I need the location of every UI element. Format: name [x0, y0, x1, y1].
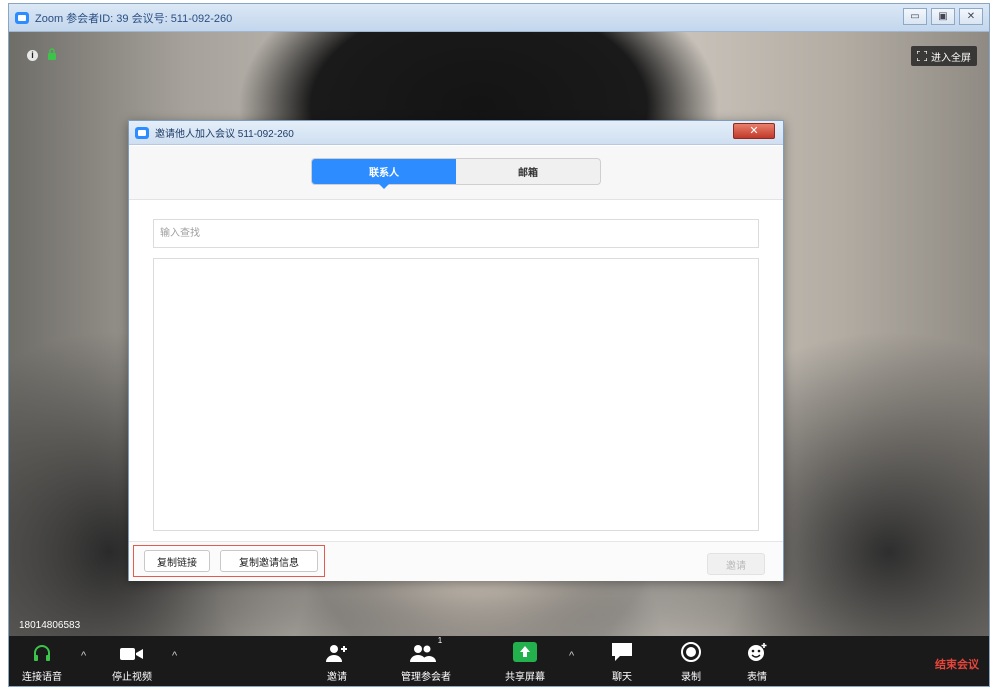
invite-button[interactable]: 邀请 — [319, 636, 355, 686]
contact-search-input[interactable] — [153, 219, 759, 248]
chat-button[interactable]: 聊天 — [607, 636, 637, 686]
join-audio-button[interactable]: 连接语音 — [17, 636, 67, 686]
audio-options-caret-icon[interactable]: ^ — [81, 650, 86, 662]
join-audio-label: 连接语音 — [22, 672, 62, 683]
copy-link-button[interactable]: 复制链接 — [144, 550, 210, 572]
participants-icon — [409, 645, 436, 662]
reactions-label: 表情 — [747, 672, 767, 683]
record-icon — [681, 642, 701, 662]
invite-tabs: 联系人 邮箱 — [311, 158, 601, 189]
contact-list[interactable] — [153, 258, 759, 531]
reactions-button[interactable]: 表情 — [742, 636, 772, 686]
dialog-close-button[interactable]: ✕ — [733, 123, 775, 139]
fullscreen-icon — [917, 51, 927, 61]
headphone-icon — [34, 645, 50, 661]
zoom-logo-icon — [15, 11, 29, 24]
chat-label: 聊天 — [612, 672, 632, 683]
emoji-icon — [748, 643, 767, 661]
copy-invite-info-button[interactable]: 复制邀请信息 — [220, 550, 318, 572]
meeting-toolbar: 连接语音 ^ 停止视频 ^ 邀请 1 管理参会者 共享屏幕 ^ 聊天 录制 表情… — [9, 636, 989, 686]
camera-icon — [120, 648, 143, 660]
tab-contacts[interactable]: 联系人 — [312, 159, 456, 189]
participant-count-badge: 1 — [437, 636, 443, 645]
window-title: Zoom 参会者ID: 39 会议号: 511-092-260 — [35, 12, 233, 25]
dialog-title: 邀请他人加入会议 511-092-260 — [155, 129, 294, 140]
share-screen-button[interactable]: 共享屏幕 — [497, 636, 553, 686]
end-meeting-button[interactable]: 结束会议 — [935, 656, 979, 672]
enter-fullscreen-button[interactable]: 进入全屏 — [911, 46, 977, 66]
zoom-logo-icon — [135, 126, 149, 139]
invite-label: 邀请 — [327, 672, 347, 683]
minimize-button[interactable]: ▭ — [903, 8, 927, 25]
dialog-footer: 复制链接 复制邀请信息 邀请 — [129, 541, 783, 581]
meeting-info-icon[interactable]: i — [27, 50, 38, 61]
stop-video-button[interactable]: 停止视频 — [104, 636, 160, 686]
stop-video-label: 停止视频 — [112, 672, 152, 683]
participant-name-label: 18014806583 — [19, 620, 81, 631]
chat-icon — [612, 643, 632, 661]
add-user-icon — [326, 645, 347, 662]
window-titlebar: Zoom 参会者ID: 39 会议号: 511-092-260 ▭ ▣ ✕ — [9, 4, 989, 32]
video-options-caret-icon[interactable]: ^ — [172, 650, 177, 662]
share-screen-label: 共享屏幕 — [505, 672, 545, 683]
maximize-button[interactable]: ▣ — [931, 8, 955, 25]
lock-icon[interactable] — [47, 48, 57, 60]
record-button[interactable]: 录制 — [676, 636, 706, 686]
dialog-titlebar: 邀请他人加入会议 511-092-260 — [129, 121, 783, 145]
share-screen-icon — [513, 642, 537, 662]
copy-buttons-highlight: 复制链接 复制邀请信息 — [133, 545, 325, 577]
record-label: 录制 — [681, 672, 701, 683]
manage-participants-label: 管理参会者 — [401, 672, 451, 683]
manage-participants-button[interactable]: 1 管理参会者 — [391, 636, 461, 686]
tab-area: 联系人 邮箱 — [129, 146, 783, 200]
close-window-button[interactable]: ✕ — [959, 8, 983, 25]
share-options-caret-icon[interactable]: ^ — [569, 650, 574, 662]
invite-submit-button[interactable]: 邀请 — [707, 553, 765, 575]
invite-dialog: 邀请他人加入会议 511-092-260 ✕ 联系人 邮箱 复制链接 复制邀请信… — [128, 120, 784, 581]
fullscreen-label: 进入全屏 — [931, 52, 971, 64]
window-controls: ▭ ▣ ✕ — [903, 8, 983, 25]
tab-email[interactable]: 邮箱 — [456, 159, 600, 184]
